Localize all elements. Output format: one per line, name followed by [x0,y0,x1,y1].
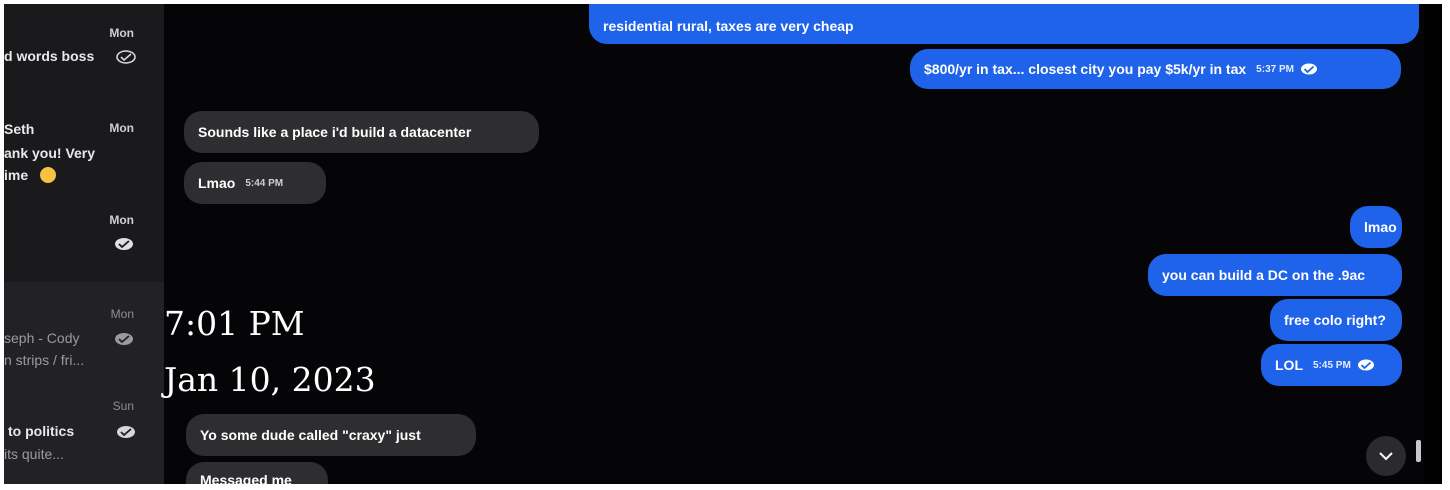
outgoing-message-bubble[interactable]: $800/yr in tax... closest city you pay $… [910,49,1401,89]
outgoing-message-bubble[interactable]: lmao [1350,206,1402,248]
read-receipt-icon [1300,63,1317,75]
message-text: residential rural, taxes are very cheap [603,18,854,34]
scrollbar-thumb[interactable] [1416,440,1421,462]
message-text: you can build a DC on the .9ac [1162,267,1366,283]
screen: Mon d words boss Seth Mon ank you! Very … [4,4,1442,484]
conversation-sidebar: Mon d words boss Seth Mon ank you! Very … [4,4,164,484]
conversation-preview: d words boss [4,48,95,64]
smile-emoji-icon [40,167,56,183]
conversation-preview-line2: ime [4,167,29,183]
read-receipt-icon [115,238,133,250]
conversation-day: Mon [109,121,134,135]
message-timestamp: 5:44 PM [245,177,284,189]
chevron-down-icon [1379,452,1393,461]
conversation-preview: ank you! Very [4,145,96,161]
incoming-message-bubble[interactable]: Yo some dude called "craxy" just [186,414,476,456]
outgoing-message-bubble[interactable]: LOL 5:45 PM [1261,344,1402,386]
conversation-name: Seth [4,121,35,137]
conversation-day: Sun [112,399,134,413]
outgoing-message-bubble[interactable]: free colo right? [1270,299,1402,341]
conversation-item-selected[interactable]: Mon seph - Cody n strips / fri... [4,282,164,384]
outgoing-message-bubble[interactable]: residential rural, taxes are very cheap [589,4,1419,44]
conversation-item[interactable]: Mon [4,204,164,280]
message-text: Lmao [198,175,236,191]
conversation-item[interactable]: Sun to politics its quite... [4,384,164,484]
conversation-preview-line2: n strips / fri... [4,352,85,368]
overlay-time: 7:01 PM [164,304,305,343]
message-timestamp: 5:45 PM [1313,359,1351,371]
overlay-date: Jan 10, 2023 [164,360,376,399]
message-text: lmao [1364,219,1397,235]
conversation-preview: seph - Cody [4,330,80,346]
message-text: Yo some dude called "craxy" just [200,427,421,443]
message-text: $800/yr in tax... closest city you pay $… [924,61,1247,77]
conversation-item[interactable]: Seth Mon ank you! Very ime [4,104,164,194]
conversation-preview-line2: its quite... [4,446,64,462]
conversation-day: Mon [109,26,134,40]
read-receipt-icon [117,426,135,438]
scroll-to-bottom-button[interactable] [1366,436,1406,476]
conversation-preview: to politics [8,423,75,439]
chat-transcript: residential rural, taxes are very cheap … [164,4,1442,484]
conversation-day: Mon [109,213,134,227]
incoming-message-bubble[interactable]: Lmao 5:44 PM [184,162,326,204]
message-text: free colo right? [1284,312,1386,328]
read-receipt-icon [116,50,136,64]
conversation-item[interactable]: Mon d words boss [4,4,164,94]
message-timestamp: 5:37 PM [1256,63,1294,75]
conversation-day: Mon [110,307,134,321]
read-receipt-icon [1357,359,1374,371]
message-text: LOL [1275,357,1303,373]
message-text: Messaged me [200,472,292,484]
incoming-message-bubble[interactable]: Messaged me [186,462,328,484]
message-text: Sounds like a place i'd build a datacent… [198,124,472,140]
screen-edge [1424,4,1442,484]
outgoing-message-bubble[interactable]: you can build a DC on the .9ac [1148,254,1402,296]
incoming-message-bubble[interactable]: Sounds like a place i'd build a datacent… [184,111,539,153]
read-receipt-icon [115,333,133,345]
